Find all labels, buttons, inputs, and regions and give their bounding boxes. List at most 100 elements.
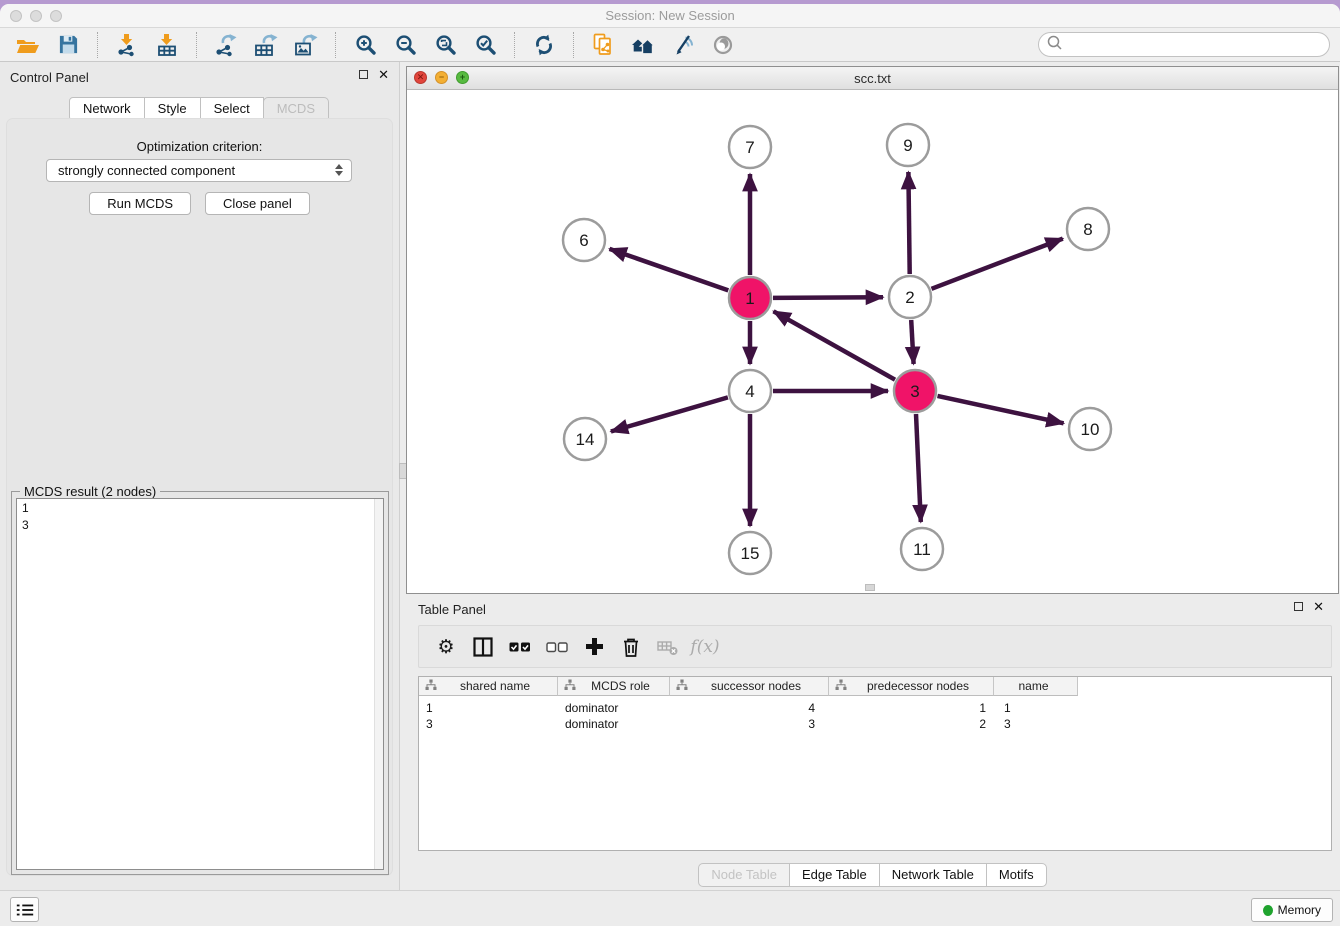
close-panel-button[interactable]: Close panel: [205, 192, 310, 215]
show-column-panel-icon[interactable]: [468, 632, 498, 662]
mcds-result-box: MCDS result (2 nodes) 1 3: [11, 491, 389, 875]
toolbar-separator: [573, 32, 574, 58]
svg-text:3: 3: [910, 382, 919, 401]
graph-node[interactable]: 10: [1069, 408, 1111, 450]
export-image-icon[interactable]: [290, 30, 322, 60]
select-all-rows-icon[interactable]: [505, 632, 535, 662]
column-header-name[interactable]: name: [994, 677, 1078, 696]
import-table-from-file-icon[interactable]: [151, 30, 183, 60]
task-history-button[interactable]: [10, 897, 39, 922]
svg-text:4: 4: [745, 382, 754, 401]
close-panel-icon[interactable]: ✕: [378, 70, 389, 79]
cell-successor-nodes: 4: [670, 701, 829, 715]
network-canvas[interactable]: 7 9 6 8 1 2 4 3 14 10 15 11: [407, 90, 1338, 593]
mcds-result-title: MCDS result (2 nodes): [20, 484, 160, 499]
svg-text:7: 7: [745, 138, 754, 157]
graph-edge[interactable]: [938, 396, 1064, 423]
svg-text:14: 14: [576, 430, 595, 449]
svg-text:8: 8: [1083, 220, 1092, 239]
zoom-out-icon[interactable]: [389, 30, 421, 60]
control-panel: Control Panel ✕ Network Style Select MCD…: [0, 62, 400, 890]
save-session-icon[interactable]: [52, 30, 84, 60]
column-header-mcds-role[interactable]: MCDS role: [558, 677, 670, 696]
zoom-in-icon[interactable]: [349, 30, 381, 60]
refresh-view-icon[interactable]: [528, 30, 560, 60]
cell-name: 3: [994, 717, 1078, 731]
graph-edge[interactable]: [916, 414, 921, 522]
network-window-titlebar: ✕ − + scc.txt: [407, 67, 1338, 90]
svg-text:6: 6: [579, 231, 588, 250]
tab-node-table[interactable]: Node Table: [698, 863, 790, 887]
open-session-icon[interactable]: [12, 30, 44, 60]
graph-edge[interactable]: [908, 172, 909, 274]
graph-edge[interactable]: [932, 239, 1063, 289]
search-icon: [1046, 34, 1063, 56]
export-network-icon[interactable]: [210, 30, 242, 60]
result-line: 3: [22, 517, 383, 534]
graph-edge[interactable]: [774, 311, 896, 379]
network-view-window: ✕ − + scc.txt 7 9 6 8 1 2 4 3 14 10 15 11: [406, 66, 1339, 594]
column-header-shared-name[interactable]: shared name: [419, 677, 558, 696]
table-panel-title: Table Panel: [418, 602, 486, 617]
graph-node[interactable]: 14: [564, 418, 606, 460]
delete-table-icon[interactable]: [653, 632, 683, 662]
memory-button[interactable]: Memory: [1251, 898, 1333, 922]
column-header-successor-nodes[interactable]: successor nodes: [670, 677, 829, 696]
search-input[interactable]: [1063, 35, 1329, 55]
graph-node[interactable]: 15: [729, 532, 771, 574]
graph-node[interactable]: 8: [1067, 208, 1109, 250]
table-settings-icon[interactable]: ⚙: [431, 632, 461, 662]
add-row-icon[interactable]: [579, 632, 609, 662]
delete-row-icon[interactable]: [616, 632, 646, 662]
result-line: 1: [22, 500, 383, 517]
graph-edge[interactable]: [611, 397, 728, 431]
table-tabs: Node Table Edge Table Network Table Moti…: [406, 863, 1340, 887]
cell-mcds-role: dominator: [558, 717, 670, 731]
graph-node[interactable]: 1: [729, 277, 771, 319]
result-scrollbar[interactable]: [374, 499, 383, 869]
copy-current-style-icon[interactable]: [587, 30, 619, 60]
graph-node[interactable]: 9: [887, 124, 929, 166]
toolbar-separator: [514, 32, 515, 58]
table-row[interactable]: 3 dominator 3 2 3: [419, 716, 1331, 732]
tab-network-table[interactable]: Network Table: [879, 863, 987, 887]
show-graphics-details-icon[interactable]: [707, 30, 739, 60]
show-all-networks-icon[interactable]: [627, 30, 659, 60]
criterion-dropdown[interactable]: strongly connected component: [46, 159, 352, 182]
close-table-panel-icon[interactable]: ✕: [1313, 602, 1324, 611]
clear-selection-icon[interactable]: [542, 632, 572, 662]
float-table-panel-icon[interactable]: [1294, 602, 1303, 611]
network-splitter-grip[interactable]: [865, 584, 875, 591]
mcds-tab-content: Optimization criterion: strongly connect…: [6, 118, 393, 876]
graph-node[interactable]: 2: [889, 276, 931, 318]
graph-edge[interactable]: [911, 320, 913, 364]
main-area: Control Panel ✕ Network Style Select MCD…: [0, 62, 1340, 890]
tab-edge-table[interactable]: Edge Table: [789, 863, 880, 887]
export-table-icon[interactable]: [250, 30, 282, 60]
apply-function-icon[interactable]: f(x): [690, 632, 720, 662]
float-panel-icon[interactable]: [359, 70, 368, 79]
zoom-selected-icon[interactable]: [469, 30, 501, 60]
zoom-fit-content-icon[interactable]: [429, 30, 461, 60]
criterion-dropdown-value: strongly connected component: [58, 163, 235, 178]
tab-motifs[interactable]: Motifs: [986, 863, 1047, 887]
cell-predecessor-nodes: 2: [829, 717, 994, 731]
import-network-from-file-icon[interactable]: [111, 30, 143, 60]
run-mcds-button[interactable]: Run MCDS: [89, 192, 191, 215]
graph-node[interactable]: 6: [563, 219, 605, 261]
table-row[interactable]: 1 dominator 4 1 1: [419, 700, 1331, 716]
svg-text:10: 10: [1081, 420, 1100, 439]
cell-shared-name: 3: [419, 717, 558, 731]
hierarchy-icon: [835, 679, 847, 694]
mcds-result-text[interactable]: 1 3: [16, 498, 384, 870]
graph-node[interactable]: 4: [729, 370, 771, 412]
svg-text:15: 15: [741, 544, 760, 563]
graph-edge[interactable]: [610, 249, 729, 291]
graph-node[interactable]: 3: [894, 370, 936, 412]
hide-graphics-details-icon[interactable]: [667, 30, 699, 60]
graph-node[interactable]: 7: [729, 126, 771, 168]
graph-node[interactable]: 11: [901, 528, 943, 570]
graph-edge[interactable]: [773, 297, 883, 298]
column-header-predecessor-nodes[interactable]: predecessor nodes: [829, 677, 994, 696]
optimization-criterion-label: Optimization criterion:: [7, 139, 392, 154]
